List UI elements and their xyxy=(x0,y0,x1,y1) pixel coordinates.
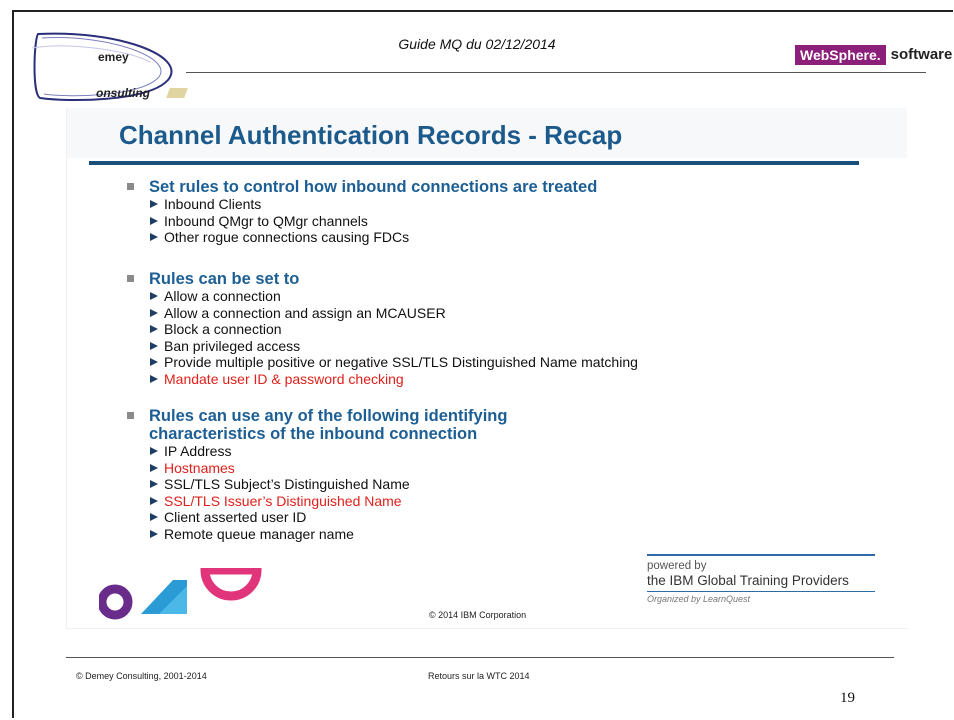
ibm-decorative-shapes-icon xyxy=(99,566,265,620)
websphere-brand: WebSphere. xyxy=(795,45,886,65)
list-item: Client asserted user ID xyxy=(150,509,507,526)
powered-by-provider: the IBM Global Training Providers xyxy=(647,573,849,588)
triangle-bullet-icon xyxy=(150,325,158,333)
list-item: Remote queue manager name xyxy=(150,526,507,543)
triangle-bullet-icon xyxy=(150,308,158,317)
powered-by-organizer: Organized by LearnQuest xyxy=(647,594,751,604)
section-inbound-rules: Set rules to control how inbound connect… xyxy=(127,178,597,246)
websphere-suffix: software xyxy=(890,46,953,63)
logo-word-bottom: onsulting xyxy=(96,86,150,100)
list-item-highlighted: Mandate user ID & password checking xyxy=(150,371,638,388)
list-item-highlighted: SSL/TLS Issuer’s Distinguished Name xyxy=(150,493,507,510)
list-item: SSL/TLS Subject’s Distinguished Name xyxy=(150,476,507,493)
footer-rule xyxy=(66,657,894,658)
powered-rule-top xyxy=(647,554,875,556)
triangle-bullet-icon xyxy=(150,463,158,472)
bullet-list: Allow a connection Allow a connection an… xyxy=(127,288,638,387)
section-heading: Rules can be set to xyxy=(127,270,638,288)
page-number: 19 xyxy=(840,690,855,706)
triangle-bullet-icon xyxy=(150,529,158,538)
slide: Channel Authentication Records - Recap S… xyxy=(66,108,907,629)
list-item: Block a connection xyxy=(150,321,638,338)
section-heading: Rules can use any of the following ident… xyxy=(127,407,507,443)
section-heading: Set rules to control how inbound connect… xyxy=(127,178,597,196)
triangle-bullet-icon xyxy=(150,358,158,366)
triangle-bullet-icon xyxy=(150,292,158,300)
list-item: Provide multiple positive or negative SS… xyxy=(150,354,638,371)
section-rules-set-to: Rules can be set to Allow a connection A… xyxy=(127,270,638,387)
square-bullet-icon xyxy=(127,183,134,190)
section-identifying-characteristics: Rules can use any of the following ident… xyxy=(127,407,507,542)
triangle-bullet-icon xyxy=(150,374,158,383)
list-item: Allow a connection and assign an MCAUSER xyxy=(150,305,638,322)
list-item-highlighted: Hostnames xyxy=(150,460,507,477)
list-item: Inbound QMgr to QMgr channels xyxy=(150,213,597,230)
logo-word-top: emey xyxy=(98,50,129,64)
slide-copyright: © 2014 IBM Corporation xyxy=(429,610,527,620)
header-rule xyxy=(186,72,926,73)
powered-by-label: powered by xyxy=(647,560,707,572)
triangle-bullet-icon xyxy=(150,513,158,521)
footer-title: Retours sur la WTC 2014 xyxy=(428,671,530,681)
powered-rule-bottom xyxy=(647,591,875,592)
list-item: Other rogue connections causing FDCs xyxy=(150,229,597,246)
list-item: IP Address xyxy=(150,443,507,460)
triangle-bullet-icon xyxy=(150,200,158,208)
bullet-list: IP Address Hostnames SSL/TLS Subject’s D… xyxy=(127,443,507,542)
slide-title-rule xyxy=(89,161,859,165)
triangle-bullet-icon xyxy=(150,233,158,241)
triangle-bullet-icon xyxy=(150,480,158,488)
square-bullet-icon xyxy=(127,412,134,419)
list-item: Ban privileged access xyxy=(150,338,638,355)
list-item: Allow a connection xyxy=(150,288,638,305)
triangle-bullet-icon xyxy=(150,216,158,225)
list-item: Inbound Clients xyxy=(150,196,597,213)
footer-copyright: © Demey Consulting, 2001-2014 xyxy=(76,671,207,681)
triangle-bullet-icon xyxy=(150,496,158,505)
powered-by-block: powered by the IBM Global Training Provi… xyxy=(647,554,875,604)
websphere-badge: WebSphere. software xyxy=(795,44,952,66)
bullet-list: Inbound Clients Inbound QMgr to QMgr cha… xyxy=(127,196,597,246)
slide-title: Channel Authentication Records - Recap xyxy=(119,120,623,150)
triangle-bullet-icon xyxy=(150,447,158,455)
triangle-bullet-icon xyxy=(150,341,158,350)
square-bullet-icon xyxy=(127,275,134,282)
logo-accent xyxy=(166,88,188,98)
